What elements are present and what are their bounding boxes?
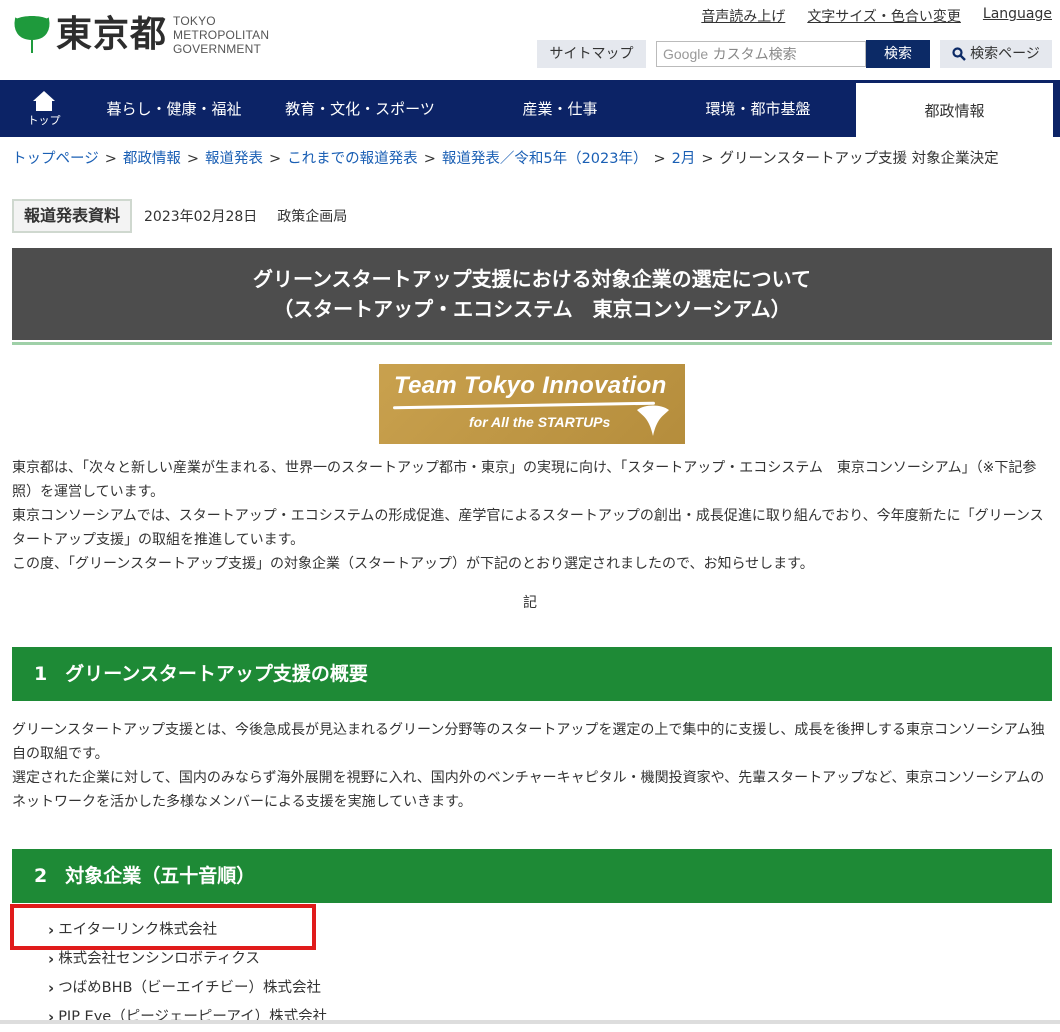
- section-title: 対象企業（五十音順）: [65, 865, 256, 887]
- breadcrumb-link[interactable]: 報道発表／令和5年（2023年）: [442, 151, 648, 167]
- banner-subtitle: for All the STARTUPs: [469, 414, 611, 430]
- company-name: つばめBHB（ビーエイチビー）株式会社: [58, 980, 321, 996]
- company-list-item[interactable]: › PJP Eye（ピージェーピーアイ）株式会社: [48, 1003, 327, 1032]
- ginkgo-leaf-icon: [637, 405, 669, 436]
- search-page-button[interactable]: 検索ページ: [940, 40, 1052, 68]
- breadcrumb-current: グリーンスタートアップ支援 対象企業決定: [719, 151, 999, 167]
- breadcrumb-link[interactable]: 都政情報: [123, 151, 181, 167]
- page-title-line2: （スタートアップ・エコシステム 東京コンソーシアム）: [273, 297, 791, 321]
- search-input[interactable]: Google カスタム検索: [656, 41, 866, 67]
- read-aloud-link[interactable]: 音声読み上げ: [701, 6, 785, 26]
- nav-item-living[interactable]: 暮らし・健康・福祉: [88, 80, 260, 137]
- sitemap-button[interactable]: サイトマップ: [537, 40, 646, 68]
- breadcrumb-separator: >: [423, 151, 436, 167]
- company-list-item[interactable]: › つばめBHB（ビーエイチビー）株式会社: [48, 974, 327, 1003]
- home-icon: [33, 90, 55, 111]
- tokyo-logo[interactable]: 東京都 TOKYO METROPOLITAN GOVERNMENT: [12, 14, 303, 56]
- section-heading-companies: 2 対象企業（五十音順）: [12, 849, 1052, 903]
- press-release-badge: 報道発表資料: [12, 199, 133, 233]
- search-page-label: 検索ページ: [970, 46, 1040, 62]
- chevron-right-icon: ›: [48, 979, 55, 997]
- section-number: 2: [34, 865, 48, 887]
- global-nav: トップ 暮らし・健康・福祉 教育・文化・スポーツ 産業・仕事 環境・都市基盤 都…: [0, 80, 1060, 137]
- ki-mark: 記: [523, 595, 537, 611]
- breadcrumb-separator: >: [269, 151, 282, 167]
- nav-item-government[interactable]: 都政情報: [856, 80, 1053, 137]
- nav-home-label: トップ: [27, 113, 61, 127]
- text-size-color-link[interactable]: 文字サイズ・色合い変更: [807, 6, 961, 26]
- breadcrumb-separator: >: [701, 151, 714, 167]
- language-link[interactable]: Language: [983, 6, 1052, 26]
- search-button[interactable]: 検索: [866, 40, 930, 68]
- ginkgo-leaf-icon: [14, 16, 50, 53]
- logo-english: TOKYO METROPOLITAN GOVERNMENT: [173, 14, 303, 56]
- overview-text: グリーンスタートアップ支援とは、今後急成長が見込まれるグリーン分野等のスタートア…: [12, 718, 1052, 814]
- breadcrumb-link[interactable]: 2月: [672, 151, 696, 167]
- breadcrumb-separator: >: [186, 151, 200, 167]
- magnifier-icon: [952, 47, 966, 61]
- company-name: PJP Eye（ピージェーピーアイ）株式会社: [58, 1009, 328, 1025]
- nav-item-education[interactable]: 教育・文化・スポーツ: [260, 80, 460, 137]
- utility-links: 音声読み上げ 文字サイズ・色合い変更 Language: [701, 6, 1052, 26]
- breadcrumb: トップページ > 都政情報 > 報道発表 > これまでの報道発表 > 報道発表／令和5年（202…: [12, 147, 999, 168]
- overview-paragraph: 選定された企業に対して、国内のみならず海外展開を視野に入れ、国内外のベンチャーキ…: [12, 770, 1045, 810]
- section-heading-overview: 1 グリーンスタートアップ支援の概要: [12, 647, 1052, 701]
- banner-title: Team Tokyo Innovation: [394, 372, 667, 399]
- release-date: 2023年02月28日: [144, 209, 258, 225]
- logo-en-line1: TOKYO METROPOLITAN: [173, 14, 270, 42]
- breadcrumb-link[interactable]: これまでの報道発表: [287, 151, 418, 167]
- title-divider: [12, 342, 1052, 345]
- section-title: グリーンスタートアップ支援の概要: [65, 663, 368, 685]
- breadcrumb-separator: >: [653, 151, 666, 167]
- highlight-box: [10, 904, 316, 950]
- intro-paragraph: この度、「グリーンスタートアップ支援」の対象企業（スタートアップ）が下記のとおり…: [12, 556, 814, 572]
- site-header: 東京都 TOKYO METROPOLITAN GOVERNMENT 音声読み上げ…: [0, 0, 1060, 80]
- header-tools: サイトマップ Google カスタム検索 検索 検索ページ: [537, 40, 1052, 68]
- team-tokyo-innovation-banner: Team Tokyo Innovation for All the STARTU…: [379, 364, 685, 444]
- breadcrumb-link[interactable]: トップページ: [12, 151, 99, 167]
- overview-paragraph: グリーンスタートアップ支援とは、今後急成長が見込まれるグリーン分野等のスタートア…: [12, 722, 1045, 762]
- logo-en-line2: GOVERNMENT: [173, 42, 262, 56]
- google-label: Google: [663, 46, 709, 62]
- window-bottom-edge: [0, 1020, 1060, 1024]
- intro-paragraph: 東京都は、「次々と新しい産業が生まれる、世界一のスタートアップ都市・東京」の実現…: [12, 460, 1037, 500]
- page-title: グリーンスタートアップ支援における対象企業の選定について （スタートアップ・エコ…: [12, 248, 1052, 340]
- nav-item-industry[interactable]: 産業・仕事: [460, 80, 660, 137]
- search-placeholder: カスタム検索: [712, 47, 797, 63]
- logo-kanji: 東京都: [56, 14, 168, 55]
- intro-text: 東京都は、「次々と新しい産業が生まれる、世界一のスタートアップ都市・東京」の実現…: [12, 456, 1052, 576]
- chevron-right-icon: ›: [48, 1008, 55, 1026]
- page-title-line1: グリーンスタートアップ支援における対象企業の選定について: [253, 267, 811, 291]
- press-meta: 報道発表資料 2023年02月28日 政策企画局: [12, 199, 347, 233]
- nav-item-environment[interactable]: 環境・都市基盤: [660, 80, 856, 137]
- section-number: 1: [34, 663, 48, 685]
- banner-underline: [392, 401, 656, 410]
- nav-home[interactable]: トップ: [0, 80, 88, 137]
- breadcrumb-separator: >: [104, 151, 117, 167]
- breadcrumb-link[interactable]: 報道発表: [205, 151, 263, 167]
- intro-paragraph: 東京コンソーシアムでは、スタートアップ・エコシステムの形成促進、産学官によるスタ…: [12, 508, 1044, 548]
- release-department: 政策企画局: [277, 209, 348, 225]
